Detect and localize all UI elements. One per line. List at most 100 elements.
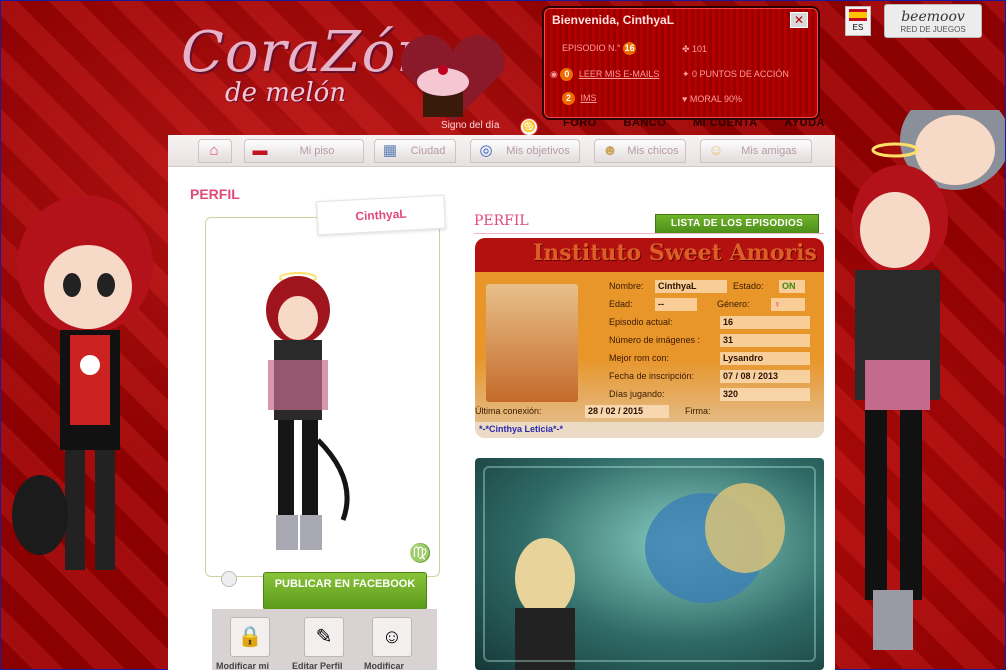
- nav-home[interactable]: ⌂: [198, 139, 232, 163]
- logo-subtitle: de melón: [225, 78, 347, 108]
- images-value: 31: [720, 334, 810, 347]
- signature-bar: *-*Cinthya Leticia*-*: [475, 422, 824, 438]
- sign-of-day-label: Signo del día: [441, 120, 500, 131]
- nav-mis-objetivos[interactable]: ◎ Mis objetivos: [470, 139, 580, 163]
- age-label: Edad:: [609, 299, 633, 309]
- modify-avatar-label[interactable]: Modificar: [364, 661, 404, 670]
- nav-mis-objetivos-label: Mis objetivos: [506, 145, 570, 157]
- divider: [474, 233, 824, 234]
- beemoov-logo[interactable]: beemoov RED DE JUEGOS: [884, 4, 982, 38]
- images-label: Número de imágenes :: [609, 335, 701, 345]
- gender-value: ♀: [771, 298, 805, 311]
- profile-image[interactable]: [475, 458, 824, 670]
- signup-value: 07 / 08 / 2013: [720, 370, 810, 383]
- read-emails-link[interactable]: LEER MIS E-MAILS: [579, 69, 660, 79]
- episodes-list-button[interactable]: LISTA DE LOS EPISODIOS: [655, 214, 819, 234]
- city-icon: ▦: [382, 142, 398, 159]
- gender-label: Género:: [717, 299, 750, 309]
- mail-icon: ◉: [550, 69, 558, 79]
- padlock-icon[interactable]: 🔒: [230, 617, 270, 657]
- edit-profile-label[interactable]: Editar Perfil: [292, 661, 343, 670]
- school-avatar: [486, 284, 578, 402]
- publish-toggle[interactable]: [221, 571, 237, 587]
- signature-text: *-*Cinthya Leticia*-*: [479, 424, 564, 434]
- welcome-panel: Bienvenida, CinthyaL ✕ EPISODIO N.° 16 ✤…: [542, 6, 820, 120]
- signature-label: Firma:: [685, 406, 711, 416]
- welcome-title: Bienvenida, CinthyaL: [552, 13, 675, 27]
- sofa-icon: ▬: [252, 142, 268, 159]
- signup-label: Fecha de inscripción:: [609, 371, 695, 381]
- stat-ap-value: 101: [692, 44, 708, 54]
- modify-account-label[interactable]: Modificar mi: [216, 661, 269, 670]
- nav-mis-chicos-label: Mis chicos: [627, 145, 679, 157]
- page-title: PERFIL: [190, 186, 240, 202]
- pen-icon[interactable]: ✎: [304, 617, 344, 657]
- nav-mi-piso[interactable]: ▬ Mi piso: [244, 139, 364, 163]
- home-icon: ⌂: [209, 142, 219, 159]
- best-value: Lysandro: [720, 352, 810, 365]
- days-label: Días jugando:: [609, 389, 665, 399]
- moral-value: MORAL 90%: [689, 94, 743, 104]
- nav-mis-amigas-label: Mis amigas: [741, 145, 797, 157]
- episode-value: 16: [720, 316, 810, 329]
- girl-icon: ☺: [708, 142, 724, 159]
- language-selector[interactable]: ES: [845, 6, 871, 36]
- dollar-icon: ✤: [682, 44, 693, 54]
- best-label: Mejor rom con:: [609, 353, 670, 363]
- language-code: ES: [852, 23, 864, 32]
- player-avatar: [266, 272, 350, 550]
- episode-row: EPISODIO N.° 16: [562, 42, 639, 55]
- messages-count-badge: 0: [560, 68, 574, 81]
- items-count-badge: 2: [562, 92, 575, 105]
- stat-ap: ✤ 101: [682, 44, 707, 55]
- target-icon: ◎: [479, 142, 493, 159]
- username-tag: CinthyaL: [316, 194, 446, 236]
- top-links: FORO BANCO MI CUENTA AYUDA: [563, 117, 825, 129]
- school-card: Instituto Sweet Amoris Nombre: CinthyaL …: [475, 238, 824, 438]
- items-link[interactable]: IMS: [581, 93, 597, 103]
- beemoov-subtitle: RED DE JUEGOS: [900, 25, 966, 34]
- days-value: 320: [720, 388, 810, 401]
- beemoov-name: beemoov: [901, 9, 965, 25]
- image-frame: [483, 466, 816, 662]
- boy-icon: ☻: [602, 142, 618, 159]
- nav-mis-chicos[interactable]: ☻ Mis chicos: [594, 139, 686, 163]
- nav-mis-amigas[interactable]: ☺ Mis amigas: [700, 139, 812, 163]
- virgo-sign-icon: ♍: [409, 543, 432, 563]
- last-connection-value: 28 / 02 / 2015: [585, 405, 669, 418]
- logo[interactable]: CoraZón de melón: [175, 12, 520, 132]
- heart-icon: ♥: [682, 94, 690, 104]
- decorative-character-right: [852, 110, 1005, 650]
- perfil-subtitle: PERFIL: [474, 213, 529, 229]
- cupcake-heart-icon: [401, 35, 505, 123]
- bank-link[interactable]: BANCO: [623, 117, 666, 129]
- episode-label: EPISODIO N.°: [562, 43, 621, 53]
- decorative-character-left: [12, 195, 153, 570]
- messages-row[interactable]: ◉ 0 LEER MIS E-MAILS: [550, 68, 659, 81]
- cancer-sign-icon[interactable]: ♋: [520, 118, 538, 136]
- school-title: Instituto Sweet Amoris: [533, 240, 817, 266]
- help-link[interactable]: AYUDA: [784, 117, 825, 129]
- action-points-label: 0 PUNTOS DE ACCIÓN: [692, 69, 789, 79]
- forum-link[interactable]: FORO: [563, 117, 597, 129]
- age-value: --: [655, 298, 697, 311]
- main-nav: ⌂ ▬ Mi piso ▦ Ciudad ◎ Mis objetivos ☻ M…: [168, 135, 835, 167]
- publish-facebook-button[interactable]: PUBLICAR EN FACEBOOK: [263, 572, 427, 610]
- episode-label: Episodio actual:: [609, 317, 673, 327]
- spain-flag-icon: [849, 9, 867, 21]
- account-link[interactable]: MI CUENTA: [693, 117, 758, 129]
- name-value: CinthyaL: [655, 280, 727, 293]
- nav-ciudad-label: Ciudad: [410, 145, 446, 157]
- action-points-row: ✦ 0 PUNTOS DE ACCIÓN: [682, 69, 789, 80]
- avatar-edit-icon[interactable]: ☺: [372, 617, 412, 657]
- last-connection-label: Última conexión:: [475, 406, 542, 416]
- main-content: ⌂ ▬ Mi piso ▦ Ciudad ◎ Mis objetivos ☻ M…: [168, 135, 835, 670]
- episode-badge: 16: [623, 42, 637, 55]
- profile-actions: 🔒 ✎ ☺ Modificar mi Editar Perfil Modific…: [212, 609, 437, 670]
- status-label: Estado:: [733, 281, 764, 291]
- status-value: ON: [779, 280, 805, 293]
- close-icon[interactable]: ✕: [790, 12, 808, 28]
- items-row[interactable]: 2 IMS: [562, 92, 597, 105]
- nav-ciudad[interactable]: ▦ Ciudad: [374, 139, 456, 163]
- name-label: Nombre:: [609, 281, 644, 291]
